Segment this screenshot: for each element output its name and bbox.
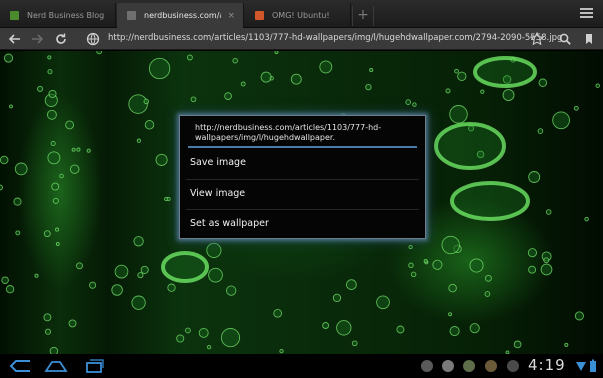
android-notification-icon[interactable] bbox=[421, 360, 433, 372]
home-button[interactable] bbox=[44, 358, 68, 374]
app-notification-icon[interactable] bbox=[463, 360, 475, 372]
url-bar: http://nerdbusiness.com/articles/1103/77… bbox=[0, 28, 603, 50]
tab-label: nerdbusiness.com/artic... bbox=[144, 11, 221, 20]
url-field[interactable]: http://nerdbusiness.com/articles/1103/77… bbox=[108, 33, 562, 43]
status-icons[interactable] bbox=[574, 358, 600, 374]
site-info-button[interactable] bbox=[84, 30, 102, 48]
set-as-wallpaper-item[interactable]: Set as wallpaper bbox=[180, 209, 425, 239]
star-icon bbox=[529, 31, 545, 46]
tab-label: OMG! Ubuntu! bbox=[272, 11, 330, 20]
wifi-battery-icon bbox=[576, 359, 596, 372]
back-nav-icon bbox=[9, 360, 30, 372]
download-notification-icon[interactable] bbox=[485, 360, 497, 372]
back-nav-button[interactable] bbox=[8, 358, 32, 374]
reload-icon bbox=[56, 33, 66, 44]
new-tab-button[interactable]: + bbox=[352, 6, 374, 26]
image-context-menu: http://nerdbusiness.com/articles/1103/77… bbox=[179, 115, 426, 239]
globe-icon bbox=[86, 32, 100, 46]
back-button[interactable] bbox=[6, 30, 24, 48]
menu-icon[interactable] bbox=[580, 8, 593, 19]
favicon-icon bbox=[10, 11, 19, 20]
system-bar: 4:19 bbox=[0, 354, 603, 378]
bookmarks-button[interactable] bbox=[580, 30, 598, 48]
save-image-item[interactable]: Save image bbox=[180, 148, 425, 178]
favicon-icon bbox=[255, 11, 264, 20]
recent-apps-icon bbox=[86, 359, 104, 373]
bookmark-star-button[interactable] bbox=[528, 30, 546, 48]
favicon-icon bbox=[127, 11, 136, 20]
bookmark-icon bbox=[586, 34, 592, 44]
home-icon bbox=[44, 361, 68, 372]
tab-current-image[interactable]: nerdbusiness.com/artic... × bbox=[117, 3, 244, 28]
forward-button[interactable] bbox=[28, 30, 46, 48]
search-icon bbox=[559, 33, 571, 45]
tab-nerd-business-blog[interactable]: Nerd Business Blog bbox=[0, 3, 116, 28]
forward-arrow-icon bbox=[32, 34, 44, 44]
recent-apps-button[interactable] bbox=[82, 358, 106, 374]
clock[interactable]: 4:19 bbox=[528, 356, 566, 374]
back-arrow-icon bbox=[8, 34, 20, 44]
view-image-item[interactable]: View image bbox=[180, 179, 425, 209]
tab-omg-ubuntu[interactable]: OMG! Ubuntu! bbox=[245, 3, 351, 28]
reload-button[interactable] bbox=[52, 30, 70, 48]
image-url-title: http://nerdbusiness.com/articles/1103/77… bbox=[195, 123, 382, 142]
close-tab-icon[interactable]: × bbox=[227, 11, 235, 21]
screenshot-notification-icon[interactable] bbox=[507, 360, 519, 372]
tab-label: Nerd Business Blog bbox=[27, 11, 105, 20]
sync-notification-icon[interactable] bbox=[442, 360, 454, 372]
tab-strip: Nerd Business Blog nerdbusiness.com/arti… bbox=[0, 0, 603, 28]
search-button[interactable] bbox=[556, 30, 574, 48]
